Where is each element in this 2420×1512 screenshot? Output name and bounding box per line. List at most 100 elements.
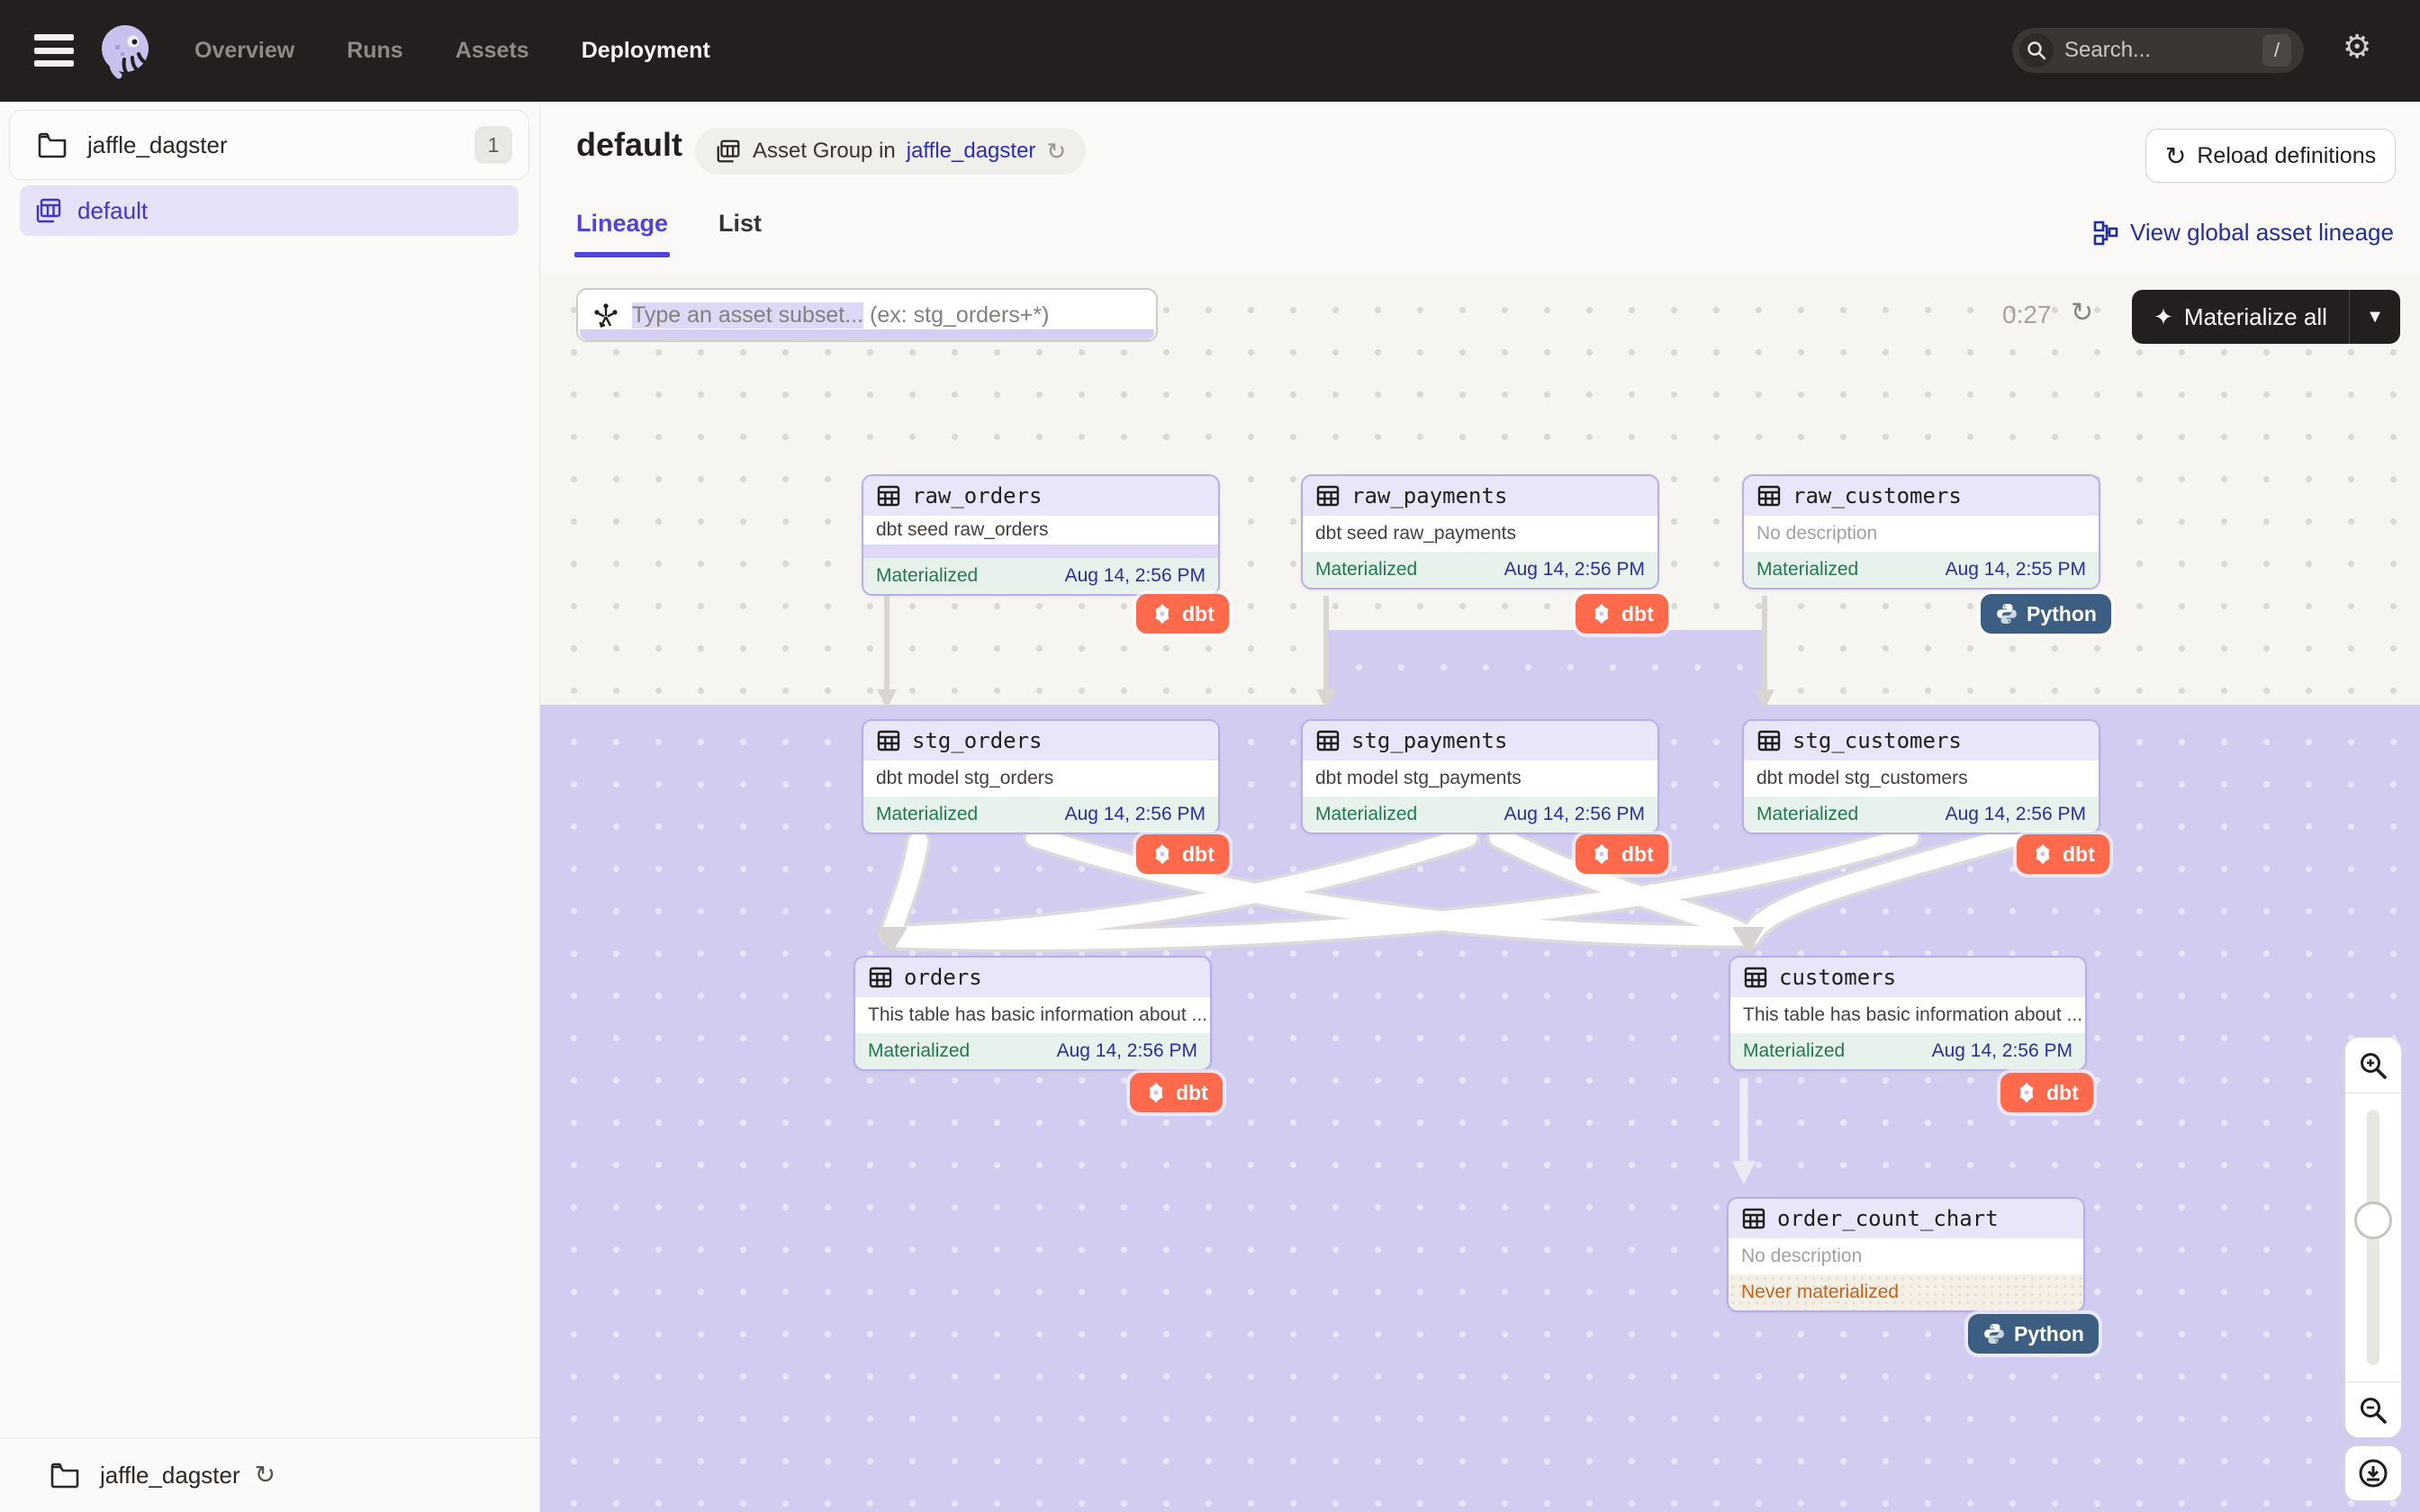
sidebar-item-default[interactable]: default (20, 185, 519, 236)
asset-status-row: MaterializedAug 14, 2:56 PM (1730, 1033, 2085, 1069)
asset-status-row: MaterializedAug 14, 2:56 PM (855, 1033, 1210, 1069)
sidebar: jaffle_dagster 1 default jaffle_dagster … (0, 102, 540, 1512)
filter-placeholder: Type an asset subset... (632, 302, 863, 328)
asset-node-stg-orders[interactable]: stg_orders dbt model stg_orders Material… (862, 719, 1220, 834)
reload-icon: ↻ (2165, 141, 2186, 171)
asset-node-customers[interactable]: customers This table has basic informati… (1729, 956, 2087, 1071)
table-icon (1315, 483, 1341, 508)
asset-group-text: Asset Group in (753, 139, 896, 164)
filter-placeholder: (ex: stg_orders+*) (863, 302, 1049, 328)
sidebar-repo-jaffle-dagster[interactable]: jaffle_dagster 1 (9, 110, 529, 180)
search-icon (2019, 33, 2054, 68)
materialize-all-button[interactable]: ✦Materialize all ▼ (2132, 290, 2400, 344)
python-icon (1982, 1322, 2006, 1346)
dbt-kind-badge[interactable]: dbt (1130, 1073, 1223, 1112)
asset-description: No description (1744, 516, 2099, 552)
asset-node-raw-payments[interactable]: raw_payments dbt seed raw_payments Mater… (1301, 474, 1659, 590)
asset-node-stg-customers[interactable]: stg_customers dbt model stg_customers Ma… (1742, 719, 2100, 834)
dbt-kind-badge[interactable]: dbt (2000, 1073, 2093, 1112)
nav-item-deployment[interactable]: Deployment (582, 38, 710, 64)
table-icon (1756, 483, 1782, 508)
repo-name: jaffle_dagster (87, 131, 474, 159)
asset-node-raw-orders[interactable]: raw_orders dbt seed raw_orders Materiali… (862, 474, 1220, 596)
zoom-out-icon (2358, 1395, 2388, 1426)
recenter-icon (2355, 1455, 2391, 1491)
table-icon (876, 483, 901, 508)
nav-item-overview[interactable]: Overview (194, 38, 294, 64)
dbt-icon (1590, 602, 1613, 626)
refresh-icon[interactable]: ↻ (255, 1462, 275, 1488)
asset-subset-input[interactable]: Type an asset subset... (ex: stg_orders+… (576, 288, 1158, 342)
nav-item-assets[interactable]: Assets (456, 38, 529, 64)
asset-status-row: MaterializedAug 14, 2:56 PM (863, 796, 1218, 832)
reload-definitions-button[interactable]: ↻ Reload definitions (2145, 129, 2396, 183)
dbt-kind-badge[interactable]: dbt (1576, 834, 1668, 874)
asset-status-row: MaterializedAug 14, 2:56 PM (1303, 552, 1657, 588)
asset-status-row: MaterializedAug 14, 2:56 PM (1303, 796, 1657, 832)
asset-description: dbt model stg_orders (863, 760, 1218, 796)
asset-description: This table has basic information about .… (1730, 997, 2085, 1033)
lineage-graph-icon (2092, 220, 2119, 247)
table-icon (1741, 1206, 1766, 1231)
asset-group-pill: Asset Group in jaffle_dagster ↻ (695, 128, 1086, 175)
refresh-icon[interactable]: ↻ (2071, 297, 2093, 328)
zoom-slider-handle[interactable] (2354, 1202, 2392, 1239)
zoom-in-icon (2358, 1050, 2388, 1081)
asset-group-repo-link[interactable]: jaffle_dagster (907, 139, 1036, 164)
dbt-kind-badge[interactable]: dbt (1136, 594, 1229, 634)
zoom-out-button[interactable] (2345, 1382, 2401, 1437)
asset-description: This table has basic information about .… (855, 997, 1210, 1033)
selection-region (1325, 630, 1763, 706)
materialize-dropdown-caret[interactable]: ▼ (2350, 290, 2400, 344)
view-global-asset-lineage-link[interactable]: View global asset lineage (2092, 219, 2394, 247)
asset-description: dbt model stg_customers (1744, 760, 2099, 796)
asset-group-icon (715, 138, 742, 165)
python-kind-badge[interactable]: Python (1981, 594, 2111, 634)
table-icon (868, 965, 893, 990)
hamburger-menu-icon[interactable] (34, 34, 74, 67)
asset-node-order-count-chart[interactable]: order_count_chart No description Never m… (1727, 1197, 2085, 1312)
dbt-icon (1151, 842, 1174, 866)
asset-highlight-strip (863, 544, 1218, 558)
asset-node-orders[interactable]: orders This table has basic information … (853, 956, 1212, 1071)
folder-icon (37, 131, 68, 158)
search-placeholder: Search... (2064, 38, 2262, 63)
zoom-in-button[interactable] (2345, 1038, 2401, 1094)
python-icon (1995, 602, 2018, 626)
asset-status-row: MaterializedAug 14, 2:55 PM (1744, 552, 2099, 588)
refresh-icon[interactable]: ↻ (1046, 140, 1066, 163)
dagster-logo[interactable] (94, 20, 157, 83)
sidebar-item-label: default (77, 197, 148, 225)
recenter-view-button[interactable] (2344, 1445, 2402, 1501)
dbt-kind-badge[interactable]: dbt (1576, 594, 1668, 634)
page-header: default Asset Group in jaffle_dagster ↻ … (540, 102, 2420, 273)
zoom-controls (2344, 1037, 2402, 1438)
search-input[interactable]: Search... / (2012, 28, 2304, 73)
asset-node-stg-payments[interactable]: stg_payments dbt model stg_payments Mate… (1301, 719, 1659, 834)
table-icon (876, 728, 901, 753)
nav-item-runs[interactable]: Runs (347, 38, 403, 64)
folder-icon (50, 1462, 80, 1489)
asset-node-raw-customers[interactable]: raw_customers No description Materialize… (1742, 474, 2100, 590)
nav-items: Overview Runs Assets Deployment (194, 0, 710, 102)
dbt-icon (2031, 842, 2054, 866)
asset-description: No description (1729, 1238, 2083, 1274)
repo-count-badge: 1 (474, 126, 512, 164)
gear-icon[interactable]: ⚙ (2343, 31, 2371, 63)
tab-lineage[interactable]: Lineage (576, 210, 668, 257)
asset-status-row: MaterializedAug 14, 2:56 PM (863, 558, 1218, 594)
footer-repo-name[interactable]: jaffle_dagster (100, 1462, 240, 1490)
dbt-kind-badge[interactable]: dbt (1136, 834, 1229, 874)
asset-description: dbt model stg_payments (1303, 760, 1657, 796)
tab-list[interactable]: List (718, 210, 762, 257)
python-kind-badge[interactable]: Python (1968, 1314, 2099, 1354)
asset-group-icon (34, 196, 63, 225)
table-icon (1756, 728, 1782, 753)
dbt-kind-badge[interactable]: dbt (2017, 834, 2109, 874)
dbt-icon (1590, 842, 1613, 866)
page-title: default (576, 126, 682, 164)
asset-description: dbt seed raw_payments (1303, 516, 1657, 552)
refresh-timer: 0:27 (2002, 301, 2052, 329)
asset-status-row: Never materialized (1729, 1274, 2083, 1310)
asset-status-row: MaterializedAug 14, 2:56 PM (1744, 796, 2099, 832)
